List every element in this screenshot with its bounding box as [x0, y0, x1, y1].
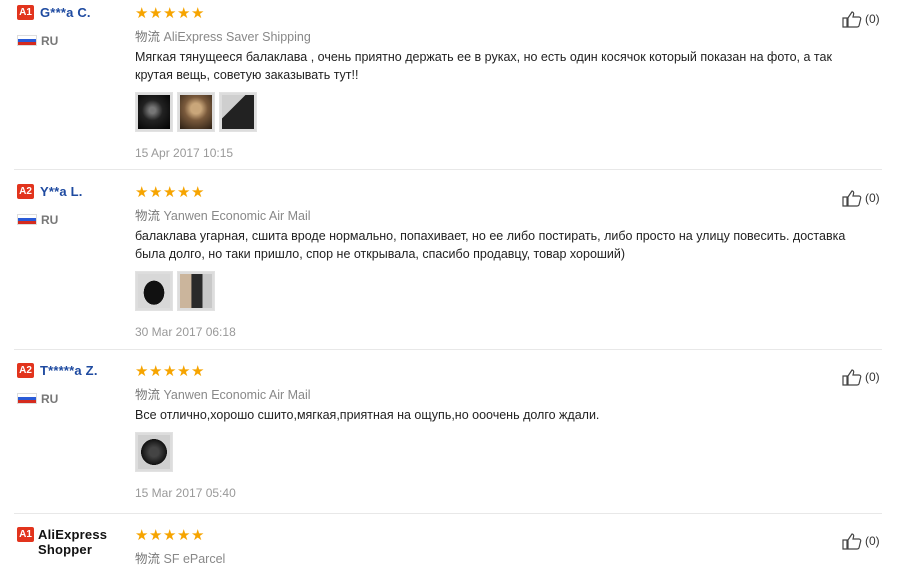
buyer-level-badge: A2: [17, 184, 34, 199]
helpful-vote[interactable]: (0): [842, 368, 880, 386]
shipping-name: Yanwen Economic Air Mail: [163, 388, 311, 402]
buyer-level-badge: A1: [17, 527, 34, 542]
review-item: A1 G***a C. RU ★★★★★ 物流 AliExpress Saver …: [0, 5, 900, 165]
shipping-name: SF eParcel: [163, 552, 226, 566]
star-icon: ★: [163, 527, 177, 544]
review-item: A2 T*****a Z. RU ★★★★★ 物流 Yanwen Economic…: [0, 363, 900, 503]
buyer-level-badge: A1: [17, 5, 34, 20]
country-code: RU: [41, 212, 59, 227]
star-rating: ★★★★★: [135, 5, 855, 22]
review-photo[interactable]: [135, 271, 173, 311]
reviewer-name[interactable]: G***a C.: [40, 5, 91, 20]
star-icon: ★: [191, 184, 205, 201]
review-text: балаклава угарная, сшита вроде нормально…: [135, 229, 846, 261]
review-text: Мягкая тянущееся балаклава , очень прият…: [135, 50, 832, 82]
review-content: ★★★★★ 物流 SF eParcel: [135, 527, 855, 566]
review-date: 15 Apr 2017 10:15: [135, 146, 234, 160]
star-icon: ★: [149, 5, 163, 22]
shipping-label: 物流: [135, 552, 161, 566]
star-rating: ★★★★★: [135, 527, 855, 544]
country-code: RU: [41, 33, 59, 48]
thumbs-up-icon[interactable]: [842, 10, 862, 28]
reviewer-info: A2 Y**a L. RU: [17, 184, 127, 227]
reviewer-name[interactable]: Y**a L.: [40, 184, 83, 199]
reviewer-info: A1 G***a C. RU: [17, 5, 127, 48]
reviewer-info: A2 T*****a Z. RU: [17, 363, 127, 406]
russia-flag-icon: [17, 214, 37, 226]
shipping-method: 物流 Yanwen Economic Air Mail: [135, 205, 855, 223]
country-code: RU: [41, 391, 59, 406]
helpful-count: (0): [865, 12, 880, 26]
helpful-vote[interactable]: (0): [842, 189, 880, 207]
review-date: 15 Mar 2017 05:40: [135, 486, 236, 500]
shipping-method: 物流 AliExpress Saver Shipping: [135, 26, 855, 44]
reviewer-country: RU: [17, 391, 127, 406]
review-divider: [14, 513, 882, 514]
star-icon: ★: [163, 5, 177, 22]
reviewer-info: A1 AliExpress Shopper: [17, 527, 127, 557]
shipping-label: 物流: [135, 30, 161, 44]
review-photos: [135, 432, 855, 472]
review-photo[interactable]: [219, 92, 257, 132]
review-content: ★★★★★ 物流 AliExpress Saver Shipping Мягка…: [135, 5, 855, 160]
star-icon: ★: [135, 5, 149, 22]
russia-flag-icon: [17, 35, 37, 47]
star-icon: ★: [177, 184, 191, 201]
star-icon: ★: [149, 184, 163, 201]
reviewer-country: RU: [17, 33, 127, 48]
star-icon: ★: [149, 527, 163, 544]
shipping-method: 物流 Yanwen Economic Air Mail: [135, 384, 855, 402]
star-icon: ★: [149, 363, 163, 380]
review-item: A1 AliExpress Shopper ★★★★★ 物流 SF eParcel…: [0, 527, 900, 570]
shipping-name: AliExpress Saver Shipping: [163, 30, 311, 44]
review-photo[interactable]: [135, 432, 173, 472]
reviewer-name[interactable]: AliExpress Shopper: [38, 527, 123, 557]
star-icon: ★: [191, 527, 205, 544]
star-icon: ★: [177, 363, 191, 380]
star-rating: ★★★★★: [135, 363, 855, 380]
thumbs-up-icon[interactable]: [842, 189, 862, 207]
star-icon: ★: [177, 5, 191, 22]
review-photo[interactable]: [177, 271, 215, 311]
reviewer-country: RU: [17, 212, 127, 227]
review-date: 30 Mar 2017 06:18: [135, 325, 236, 339]
star-icon: ★: [191, 363, 205, 380]
review-photos: [135, 92, 855, 132]
helpful-count: (0): [865, 191, 880, 205]
review-divider: [14, 169, 882, 170]
star-rating: ★★★★★: [135, 184, 855, 201]
helpful-vote[interactable]: (0): [842, 532, 880, 550]
star-icon: ★: [163, 184, 177, 201]
review-content: ★★★★★ 物流 Yanwen Economic Air Mail балакл…: [135, 184, 855, 339]
star-icon: ★: [163, 363, 177, 380]
star-icon: ★: [135, 527, 149, 544]
star-icon: ★: [191, 5, 205, 22]
star-icon: ★: [177, 527, 191, 544]
reviewer-name[interactable]: T*****a Z.: [40, 363, 98, 378]
shipping-label: 物流: [135, 388, 161, 402]
helpful-count: (0): [865, 370, 880, 384]
shipping-method: 物流 SF eParcel: [135, 548, 855, 566]
review-divider: [14, 349, 882, 350]
russia-flag-icon: [17, 393, 37, 405]
star-icon: ★: [135, 363, 149, 380]
helpful-count: (0): [865, 534, 880, 548]
thumbs-up-icon[interactable]: [842, 532, 862, 550]
shipping-label: 物流: [135, 209, 161, 223]
review-photo[interactable]: [135, 92, 173, 132]
review-photo[interactable]: [177, 92, 215, 132]
helpful-vote[interactable]: (0): [842, 10, 880, 28]
review-content: ★★★★★ 物流 Yanwen Economic Air Mail Все от…: [135, 363, 855, 500]
review-text: Все отлично,хорошо сшито,мягкая,приятная…: [135, 408, 600, 422]
shipping-name: Yanwen Economic Air Mail: [163, 209, 311, 223]
review-photos: [135, 271, 855, 311]
thumbs-up-icon[interactable]: [842, 368, 862, 386]
buyer-level-badge: A2: [17, 363, 34, 378]
star-icon: ★: [135, 184, 149, 201]
review-item: A2 Y**a L. RU ★★★★★ 物流 Yanwen Economic Ai…: [0, 184, 900, 344]
